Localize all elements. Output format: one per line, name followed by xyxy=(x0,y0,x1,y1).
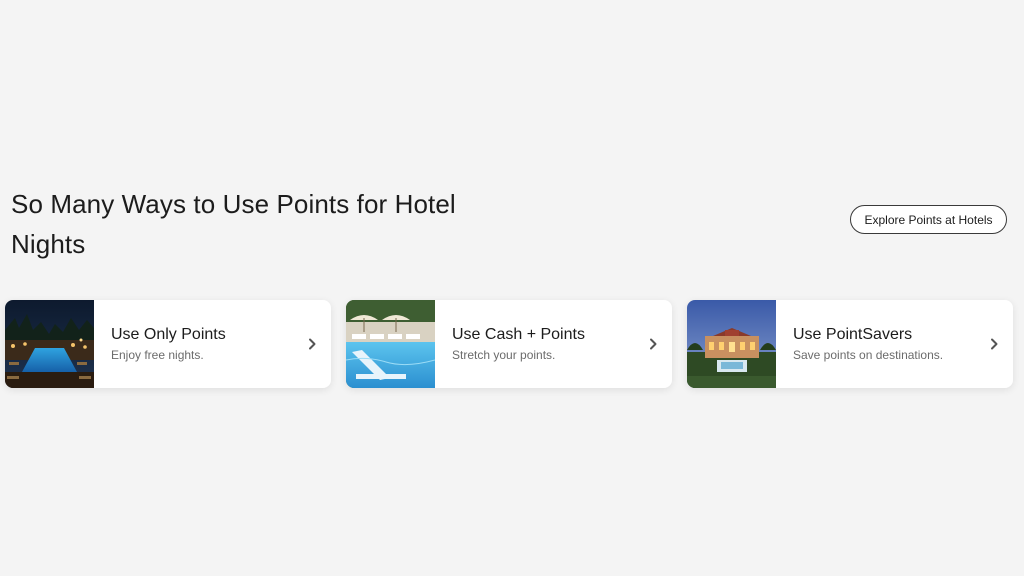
explore-points-button[interactable]: Explore Points at Hotels xyxy=(850,205,1007,234)
use-only-points-card[interactable]: Use Only Points Enjoy free nights. xyxy=(5,300,331,388)
poolside-loungers-photo xyxy=(346,300,435,388)
card-text: Use PointSavers Save points on destinati… xyxy=(793,326,943,363)
card-text: Use Cash + Points Stretch your points. xyxy=(452,326,585,363)
card-subtitle: Save points on destinations. xyxy=(793,348,944,362)
card-subtitle: Enjoy free nights. xyxy=(111,348,204,362)
card-title: Use Cash + Points xyxy=(452,326,585,343)
card-title: Use Only Points xyxy=(111,326,226,343)
card-subtitle: Stretch your points. xyxy=(452,348,556,362)
card-text: Use Only Points Enjoy free nights. xyxy=(111,326,226,363)
card-row: Use Only Points Enjoy free nights. Use C… xyxy=(5,300,1013,388)
chevron-right-icon xyxy=(991,338,998,350)
night-resort-pool-photo xyxy=(5,300,94,388)
chevron-right-icon xyxy=(309,338,316,350)
use-cash-points-card[interactable]: Use Cash + Points Stretch your points. xyxy=(346,300,672,388)
section-title: So Many Ways to Use Points for Hotel Nig… xyxy=(11,189,456,259)
chevron-right-icon xyxy=(650,338,657,350)
palace-hotel-dusk-photo xyxy=(687,300,776,388)
use-pointsavers-card[interactable]: Use PointSavers Save points on destinati… xyxy=(687,300,1013,388)
card-title: Use PointSavers xyxy=(793,326,913,343)
